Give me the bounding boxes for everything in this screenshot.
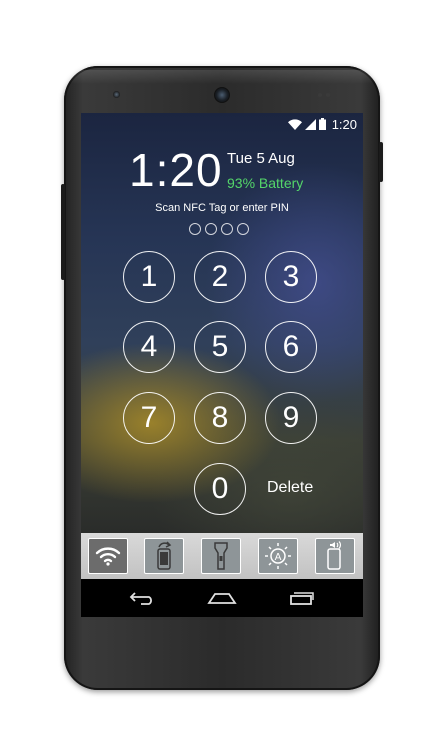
cell-signal-icon [304, 118, 316, 130]
pin-dot [237, 223, 249, 235]
sound-toggle[interactable] [315, 538, 355, 574]
home-button[interactable] [205, 588, 239, 608]
svg-text:A: A [275, 552, 282, 563]
pin-dot [189, 223, 201, 235]
home-icon [207, 593, 237, 604]
keypad-key-1[interactable]: 1 [123, 251, 175, 303]
recent-apps-icon [290, 592, 314, 605]
rotate-icon [157, 541, 172, 570]
keypad-key-5[interactable]: 5 [194, 321, 246, 373]
volume-rocker [61, 184, 65, 280]
power-button [379, 142, 383, 182]
pin-dot [221, 223, 233, 235]
quick-toggle-toolbar: A [81, 533, 363, 579]
ambient-sensor [326, 93, 330, 97]
keypad-key-2[interactable]: 2 [194, 251, 246, 303]
keypad-key-6[interactable]: 6 [265, 321, 317, 373]
pin-indicator [189, 223, 249, 235]
front-camera [214, 87, 230, 103]
back-icon [129, 592, 152, 605]
wifi-icon [95, 547, 121, 566]
flashlight-icon [214, 542, 228, 570]
keypad-key-0[interactable]: 0 [194, 463, 246, 515]
back-button[interactable] [125, 588, 159, 608]
lock-clock: 1:20 [129, 144, 223, 196]
wifi-toggle[interactable] [88, 538, 128, 574]
phone-screen: 1:20 1:20 Tue 5 Aug 93% Battery Scan NFC… [81, 113, 363, 617]
proximity-sensor [113, 91, 120, 98]
status-time: 1:20 [331, 116, 357, 132]
pin-dot [205, 223, 217, 235]
rotation-toggle[interactable] [144, 538, 184, 574]
brightness-toggle[interactable]: A [258, 538, 298, 574]
delete-button[interactable]: Delete [267, 479, 313, 497]
keypad-key-8[interactable]: 8 [194, 392, 246, 444]
keypad-key-9[interactable]: 9 [265, 392, 317, 444]
keypad-key-3[interactable]: 3 [265, 251, 317, 303]
status-bar: 1:20 [81, 113, 363, 135]
keypad-key-7[interactable]: 7 [123, 392, 175, 444]
keypad-key-4[interactable]: 4 [123, 321, 175, 373]
unlock-prompt: Scan NFC Tag or enter PIN [155, 202, 289, 214]
brightness-icon: A [265, 543, 291, 569]
lock-date: Tue 5 Aug [227, 150, 295, 167]
recent-apps-button[interactable] [285, 588, 319, 608]
wifi-signal-icon [287, 118, 302, 130]
navigation-bar [81, 579, 363, 617]
battery-status: 93% Battery [227, 175, 304, 191]
battery-icon [318, 118, 326, 130]
notification-led [318, 93, 322, 97]
flashlight-toggle[interactable] [201, 538, 241, 574]
volume-icon [327, 541, 341, 570]
